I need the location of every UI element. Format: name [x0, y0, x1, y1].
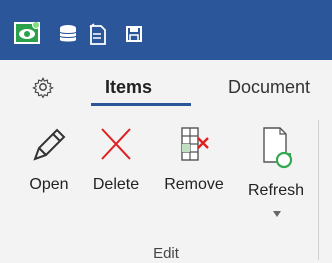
delete-button[interactable]: Delete [86, 124, 146, 194]
ribbon-divider [318, 120, 319, 260]
selected-tab-underline [91, 103, 191, 106]
open-button-label: Open [29, 176, 69, 193]
app-icon[interactable] [14, 22, 40, 44]
save-icon[interactable] [124, 22, 144, 48]
title-bar [0, 0, 332, 60]
refresh-button[interactable]: Refresh [240, 124, 312, 200]
refresh-button-label: Refresh [247, 182, 305, 199]
new-document-icon[interactable] [87, 22, 109, 48]
remove-table-icon [181, 127, 209, 161]
refresh-document-icon [263, 127, 293, 169]
red-x-icon [101, 128, 131, 160]
gear-icon[interactable] [32, 76, 54, 98]
remove-button-label: Remove [164, 176, 224, 193]
edit-group-label: Edit [153, 245, 179, 262]
tab-document[interactable]: Document [228, 77, 310, 98]
pencil-icon [33, 128, 66, 161]
chevron-down-icon[interactable] [273, 211, 281, 217]
open-button[interactable]: Open [24, 124, 74, 194]
remove-button[interactable]: Remove [156, 124, 232, 194]
database-icon[interactable] [57, 22, 79, 48]
delete-button-label: Delete [92, 176, 140, 193]
tab-items[interactable]: Items [105, 77, 152, 98]
